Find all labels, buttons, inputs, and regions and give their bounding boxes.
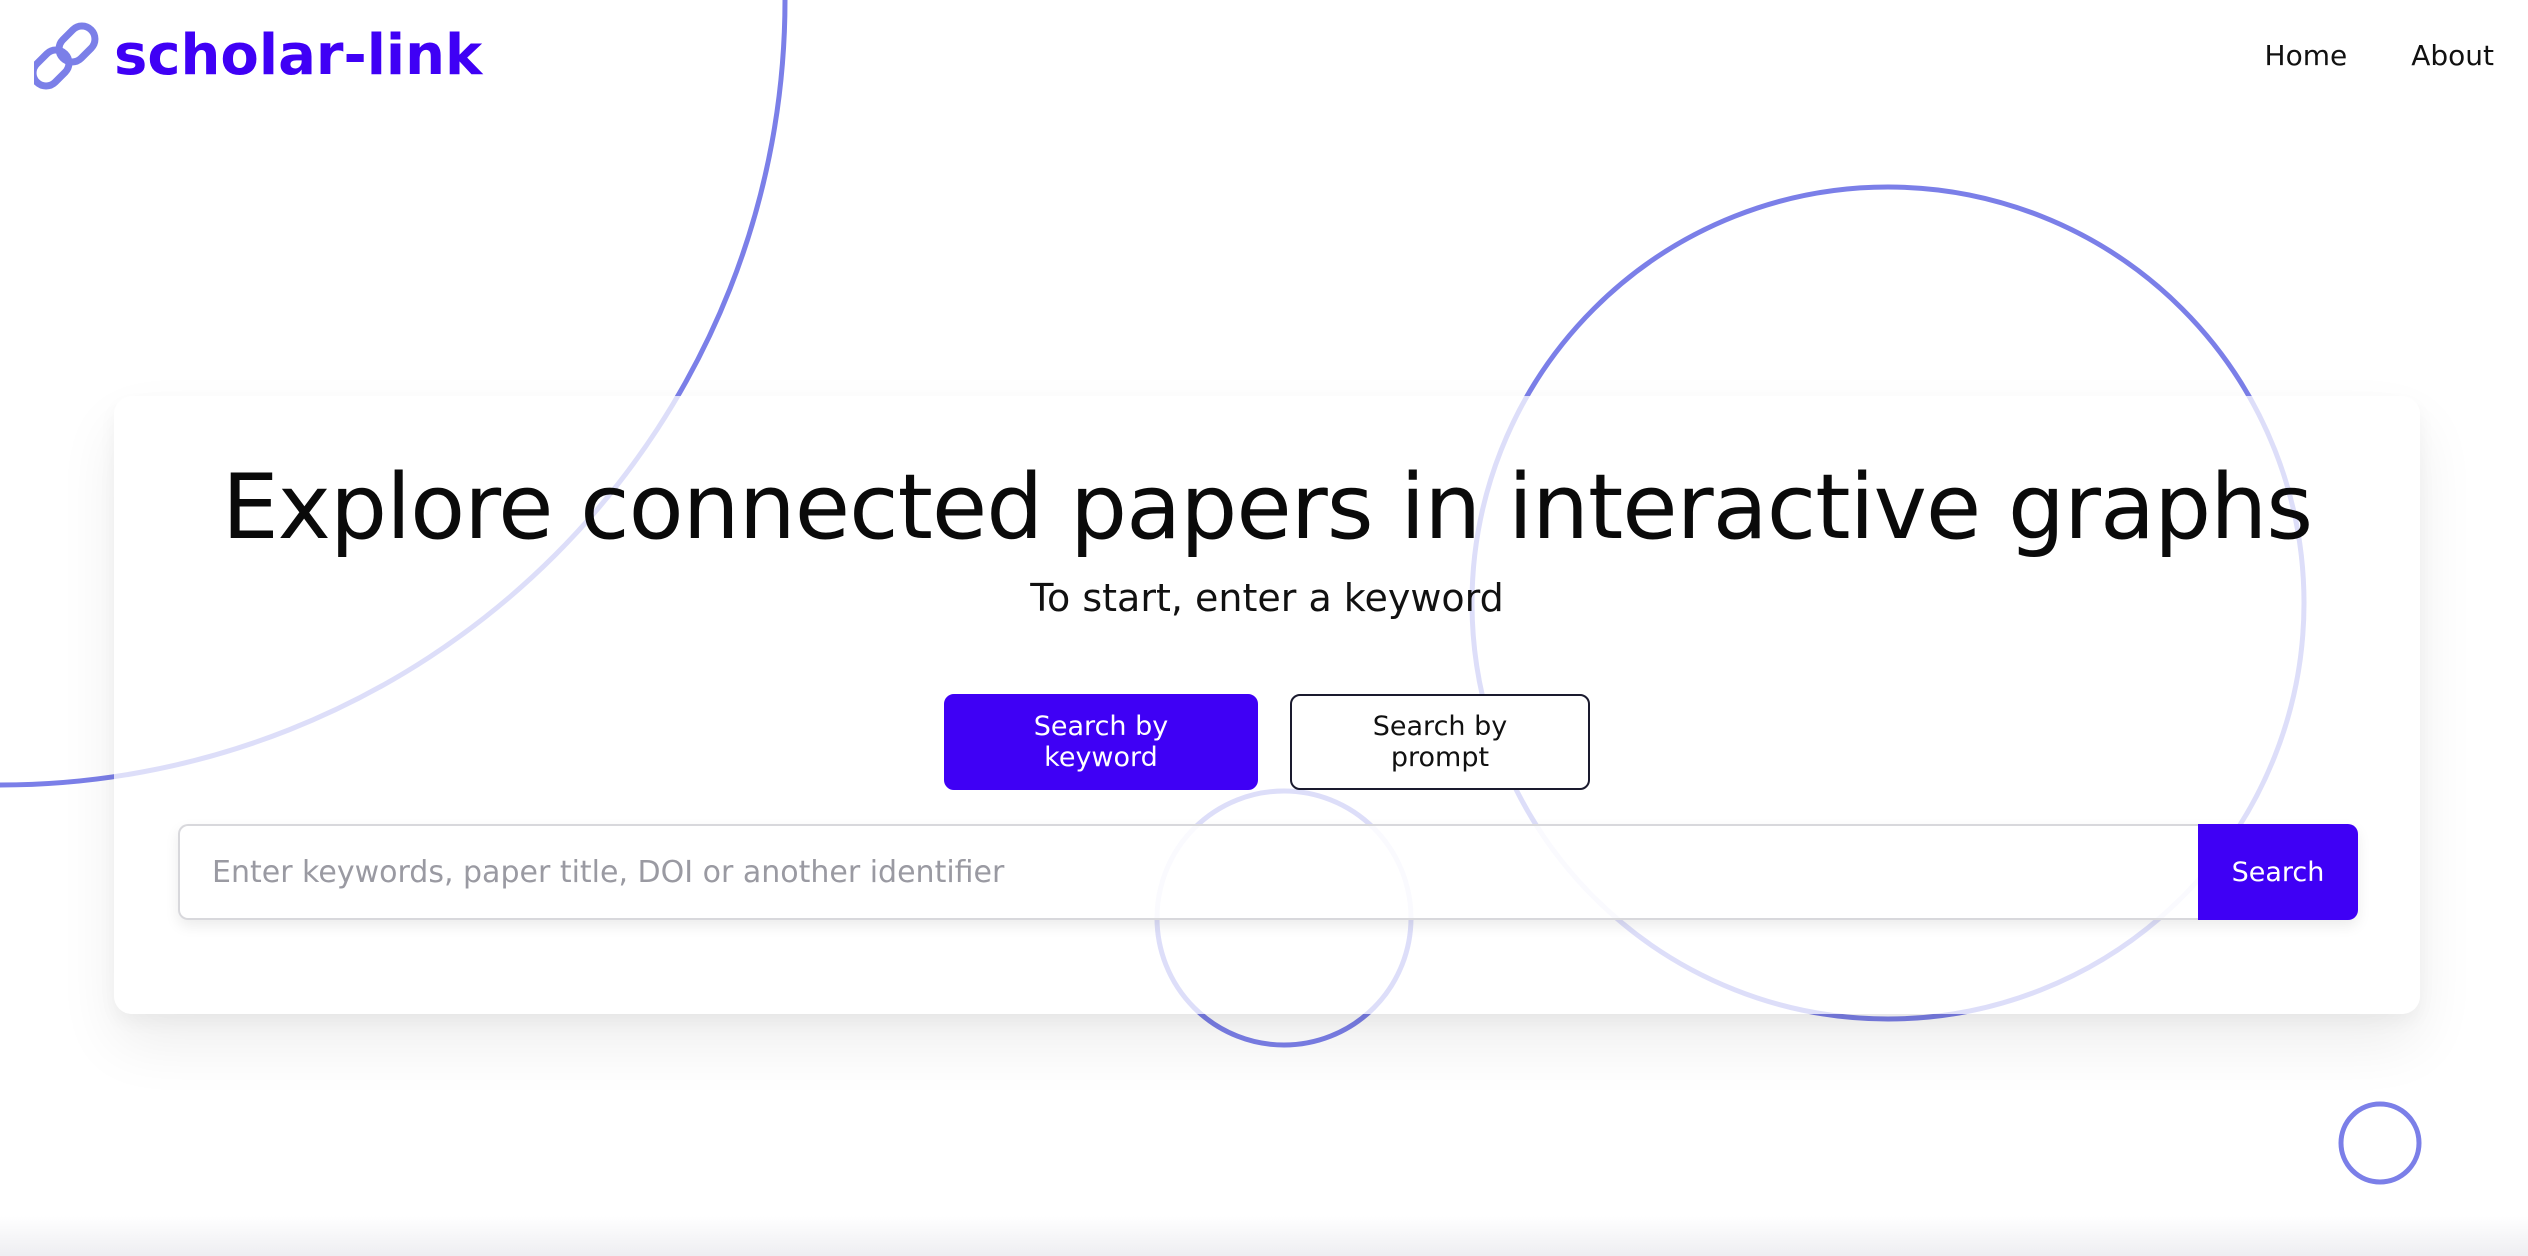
page: scholar-link Home About Explore connecte… — [0, 0, 2528, 1256]
link-chain-icon — [34, 22, 99, 90]
nav-about-link[interactable]: About — [2411, 38, 2494, 74]
top-nav: Home About — [2265, 38, 2494, 74]
nav-home-link[interactable]: Home — [2265, 38, 2348, 74]
search-by-keyword-button[interactable]: Search by keyword — [944, 694, 1258, 790]
search-by-prompt-button[interactable]: Search by prompt — [1290, 694, 1590, 790]
search-input[interactable] — [178, 824, 2198, 920]
search-mode-toggle: Search by keyword Search by prompt — [114, 694, 2420, 790]
page-title: Explore connected papers in interactive … — [221, 455, 2313, 560]
brand-name: scholar-link — [114, 23, 483, 88]
site-header: scholar-link Home About — [0, 0, 2528, 116]
search-card: Explore connected papers in interactive … — [114, 396, 2420, 1014]
decor-circle-tiny-right — [2338, 1101, 2422, 1185]
search-button[interactable]: Search — [2198, 824, 2358, 920]
bottom-fade — [0, 1216, 2528, 1256]
page-subtitle: To start, enter a keyword — [1030, 576, 1504, 620]
search-bar: Search — [178, 824, 2358, 920]
brand-logo[interactable]: scholar-link — [34, 20, 482, 92]
